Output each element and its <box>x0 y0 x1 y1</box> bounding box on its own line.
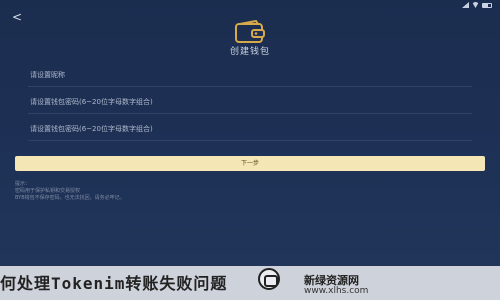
wallet-icon <box>235 20 265 43</box>
signal-icon <box>462 2 469 8</box>
back-arrow-icon[interactable]: < <box>12 10 26 24</box>
hint-line: 密码用于保护私钥和交易授权 <box>15 188 81 194</box>
app-screen: < 创建钱包 下一步 提示： 密码用于保护私钥和交易授权 BYB钱包不保存密码，… <box>0 0 500 300</box>
status-bar <box>0 0 500 12</box>
watermark-logo-icon <box>258 268 280 290</box>
confirm-password-input[interactable] <box>30 121 470 137</box>
nickname-input[interactable] <box>30 67 470 83</box>
watermark-url: www.xlhs.com <box>304 286 369 296</box>
wifi-icon <box>472 2 479 8</box>
divider <box>28 86 472 87</box>
divider <box>28 113 472 114</box>
divider <box>28 140 472 141</box>
page-title: 创建钱包 <box>229 47 270 57</box>
battery-icon <box>482 2 492 8</box>
hint-title: 提示： <box>15 181 31 187</box>
password-input[interactable] <box>30 94 470 110</box>
status-icons <box>462 2 492 8</box>
hint-line: BYB钱包不保存密码，也无法找回，请务必牢记。 <box>15 195 125 201</box>
next-step-button[interactable]: 下一步 <box>15 156 485 171</box>
watermark-title: 何处理Tokenim转账失败问题 <box>0 274 228 293</box>
